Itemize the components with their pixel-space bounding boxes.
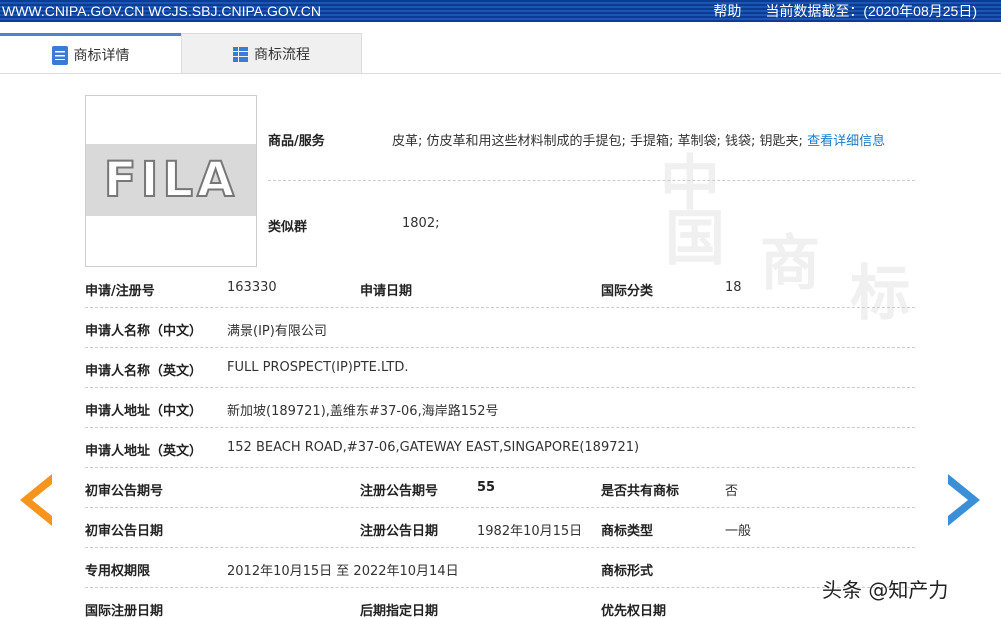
next-arrow-icon[interactable] bbox=[948, 474, 980, 526]
source-credit: 头条 @知产力 bbox=[822, 578, 949, 602]
exclusive-value: 2012年10月15日 至 2022年10月14日 bbox=[227, 564, 459, 579]
priority-date-label: 优先权日期 bbox=[601, 604, 667, 619]
data-date: 当前数据截至：(2020年08月25日) bbox=[765, 3, 977, 19]
reg-pub-date-label: 注册公告日期 bbox=[360, 524, 439, 539]
tm-form-label: 商标形式 bbox=[601, 564, 654, 579]
list-icon bbox=[233, 46, 248, 62]
logo-text: FILA bbox=[103, 151, 239, 209]
divider bbox=[85, 507, 915, 508]
intl-reg-date-label: 国际注册日期 bbox=[85, 604, 164, 619]
similar-group-label: 类似群 bbox=[268, 220, 308, 235]
watermark: 国 bbox=[665, 204, 725, 274]
applicant-en-value: FULL PROSPECT(IP)PTE.LTD. bbox=[227, 360, 409, 375]
addr-cn-value: 新加坡(189721),盖维东#37-06,海岸路152号 bbox=[227, 404, 499, 419]
shared-label: 是否共有商标 bbox=[601, 484, 680, 499]
similar-group-value: 1802; bbox=[402, 216, 440, 231]
app-date-label: 申请日期 bbox=[360, 284, 413, 299]
divider bbox=[85, 467, 915, 468]
intl-class-label: 国际分类 bbox=[601, 284, 654, 299]
help-link[interactable]: 帮助 bbox=[713, 3, 741, 19]
watermark: 标 bbox=[850, 259, 910, 329]
tab-trademark-details[interactable]: 商标详情 bbox=[0, 33, 181, 74]
applicant-cn-label: 申请人名称（中文） bbox=[85, 324, 203, 339]
tm-type-value: 一般 bbox=[725, 524, 752, 539]
trademark-image: FILA bbox=[85, 95, 257, 267]
exclusive-label: 专用权期限 bbox=[85, 564, 151, 579]
reg-pub-date-value: 1982年10月15日 bbox=[477, 524, 583, 539]
later-date-label: 后期指定日期 bbox=[360, 604, 439, 619]
divider bbox=[85, 347, 915, 348]
reg-pub-no-value: 55 bbox=[477, 480, 496, 495]
applicant-en-label: 申请人名称（英文） bbox=[85, 364, 203, 379]
tab-label: 商标流程 bbox=[254, 47, 310, 63]
divider bbox=[85, 307, 915, 308]
site-urls: WWW.CNIPA.GOV.CN WCJS.SBJ.CNIPA.GOV.CN bbox=[2, 3, 321, 19]
tab-divider bbox=[0, 73, 1001, 74]
tab-bar: 商标详情 商标流程 bbox=[0, 33, 362, 74]
prelim-no-label: 初审公告期号 bbox=[85, 484, 164, 499]
intl-class-value: 18 bbox=[725, 280, 742, 295]
addr-en-label: 申请人地址（英文） bbox=[85, 444, 203, 459]
divider bbox=[268, 180, 915, 181]
prev-arrow-icon[interactable] bbox=[20, 474, 52, 526]
view-details-link[interactable]: 查看详细信息 bbox=[807, 134, 885, 149]
addr-cn-label: 申请人地址（中文） bbox=[85, 404, 203, 419]
divider bbox=[85, 587, 915, 588]
reg-no-value: 163330 bbox=[227, 280, 277, 295]
goods-label: 商品/服务 bbox=[268, 134, 325, 149]
goods-value: 皮革; 仿皮革和用这些材料制成的手提包; 手提箱; 革制袋; 钱袋; 钥匙夹; … bbox=[392, 130, 885, 149]
divider bbox=[85, 387, 915, 388]
tab-label: 商标详情 bbox=[73, 48, 130, 64]
top-bar: WWW.CNIPA.GOV.CN WCJS.SBJ.CNIPA.GOV.CN 帮… bbox=[0, 0, 1001, 22]
prelim-date-label: 初审公告日期 bbox=[85, 524, 164, 539]
divider bbox=[85, 547, 915, 548]
tab-trademark-process[interactable]: 商标流程 bbox=[181, 33, 362, 74]
tm-type-label: 商标类型 bbox=[601, 524, 654, 539]
reg-pub-no-label: 注册公告期号 bbox=[360, 484, 439, 499]
applicant-cn-value: 满景(IP)有限公司 bbox=[227, 324, 327, 339]
divider bbox=[85, 427, 915, 428]
addr-en-value: 152 BEACH ROAD,#37-06,GATEWAY EAST,SINGA… bbox=[227, 440, 640, 455]
reg-no-label: 申请/注册号 bbox=[85, 284, 155, 299]
goods-text: 皮革; 仿皮革和用这些材料制成的手提包; 手提箱; 革制袋; 钱袋; 钥匙夹; bbox=[392, 134, 803, 149]
shared-value: 否 bbox=[725, 484, 739, 499]
watermark: 商 bbox=[760, 229, 820, 299]
document-icon bbox=[51, 45, 68, 65]
